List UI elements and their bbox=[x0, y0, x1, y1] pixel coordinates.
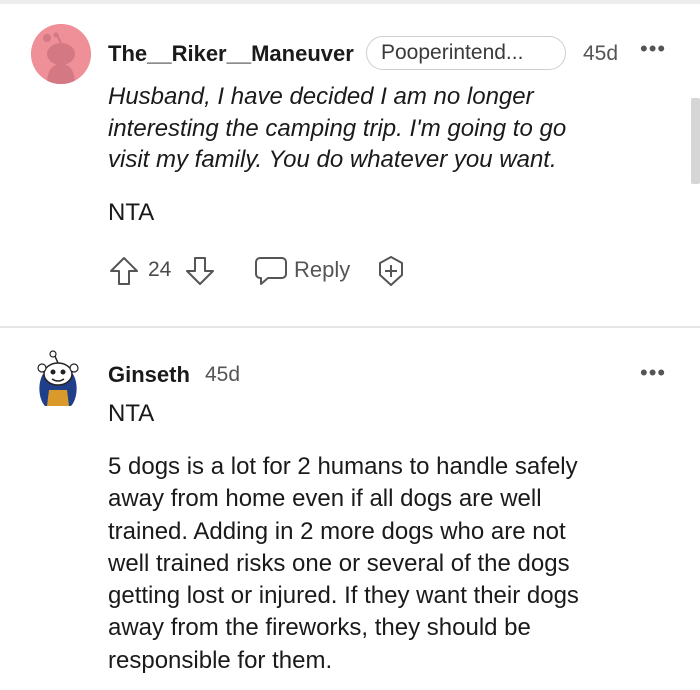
comment-verdict: NTA bbox=[108, 400, 155, 427]
snoo-avatar-icon bbox=[37, 350, 79, 406]
comment-verdict: NTA bbox=[108, 199, 155, 226]
comment-1: The__Riker__Maneuver Pooperintend... 45d… bbox=[0, 0, 700, 326]
vote-score: 24 bbox=[148, 258, 172, 281]
body-line: 5 dogs is a lot for 2 humans to handle s… bbox=[108, 453, 578, 480]
comment-age: 45d bbox=[205, 363, 241, 386]
body-line: well trained risks one or several of the… bbox=[108, 549, 570, 577]
username[interactable]: Ginseth bbox=[108, 362, 190, 388]
body-line: away from home even if all dogs are well bbox=[108, 485, 542, 513]
downvote-icon[interactable] bbox=[184, 255, 216, 292]
award-icon[interactable] bbox=[374, 254, 408, 293]
user-flair: Pooperintend... bbox=[366, 36, 566, 70]
quoted-text: Husband, I have decided I am no longer i… bbox=[108, 81, 683, 176]
reply-icon[interactable] bbox=[254, 254, 288, 291]
avatar[interactable] bbox=[31, 24, 91, 84]
comment-2: Ginseth 45d ••• NTA 5 dogs is a lot for … bbox=[0, 328, 700, 690]
snoo-avatar-icon bbox=[31, 24, 91, 84]
username[interactable]: The__Riker__Maneuver bbox=[108, 41, 354, 67]
comment-age: 45d bbox=[583, 42, 619, 65]
upvote-icon[interactable] bbox=[108, 255, 140, 292]
quote-line: visit my family. You do whatever you wan… bbox=[108, 146, 557, 173]
body-line: trained. Adding in 2 more dogs who are n… bbox=[108, 517, 566, 545]
more-options-icon[interactable]: ••• bbox=[640, 362, 666, 384]
comment-body: 5 dogs is a lot for 2 humans to handle s… bbox=[108, 451, 668, 677]
body-line: away from the fireworks, they should be bbox=[108, 614, 531, 642]
comment-thread: The__Riker__Maneuver Pooperintend... 45d… bbox=[0, 0, 700, 690]
avatar[interactable] bbox=[35, 350, 81, 408]
body-line: responsible for them. bbox=[108, 646, 333, 674]
more-options-icon[interactable]: ••• bbox=[640, 38, 666, 60]
quote-line: Husband, I have decided I am no longer bbox=[108, 83, 534, 110]
body-line: getting lost or injured. If they want th… bbox=[108, 582, 579, 610]
quote-line: interesting the camping trip. I'm going … bbox=[108, 114, 567, 142]
reply-button[interactable]: Reply bbox=[294, 257, 350, 283]
